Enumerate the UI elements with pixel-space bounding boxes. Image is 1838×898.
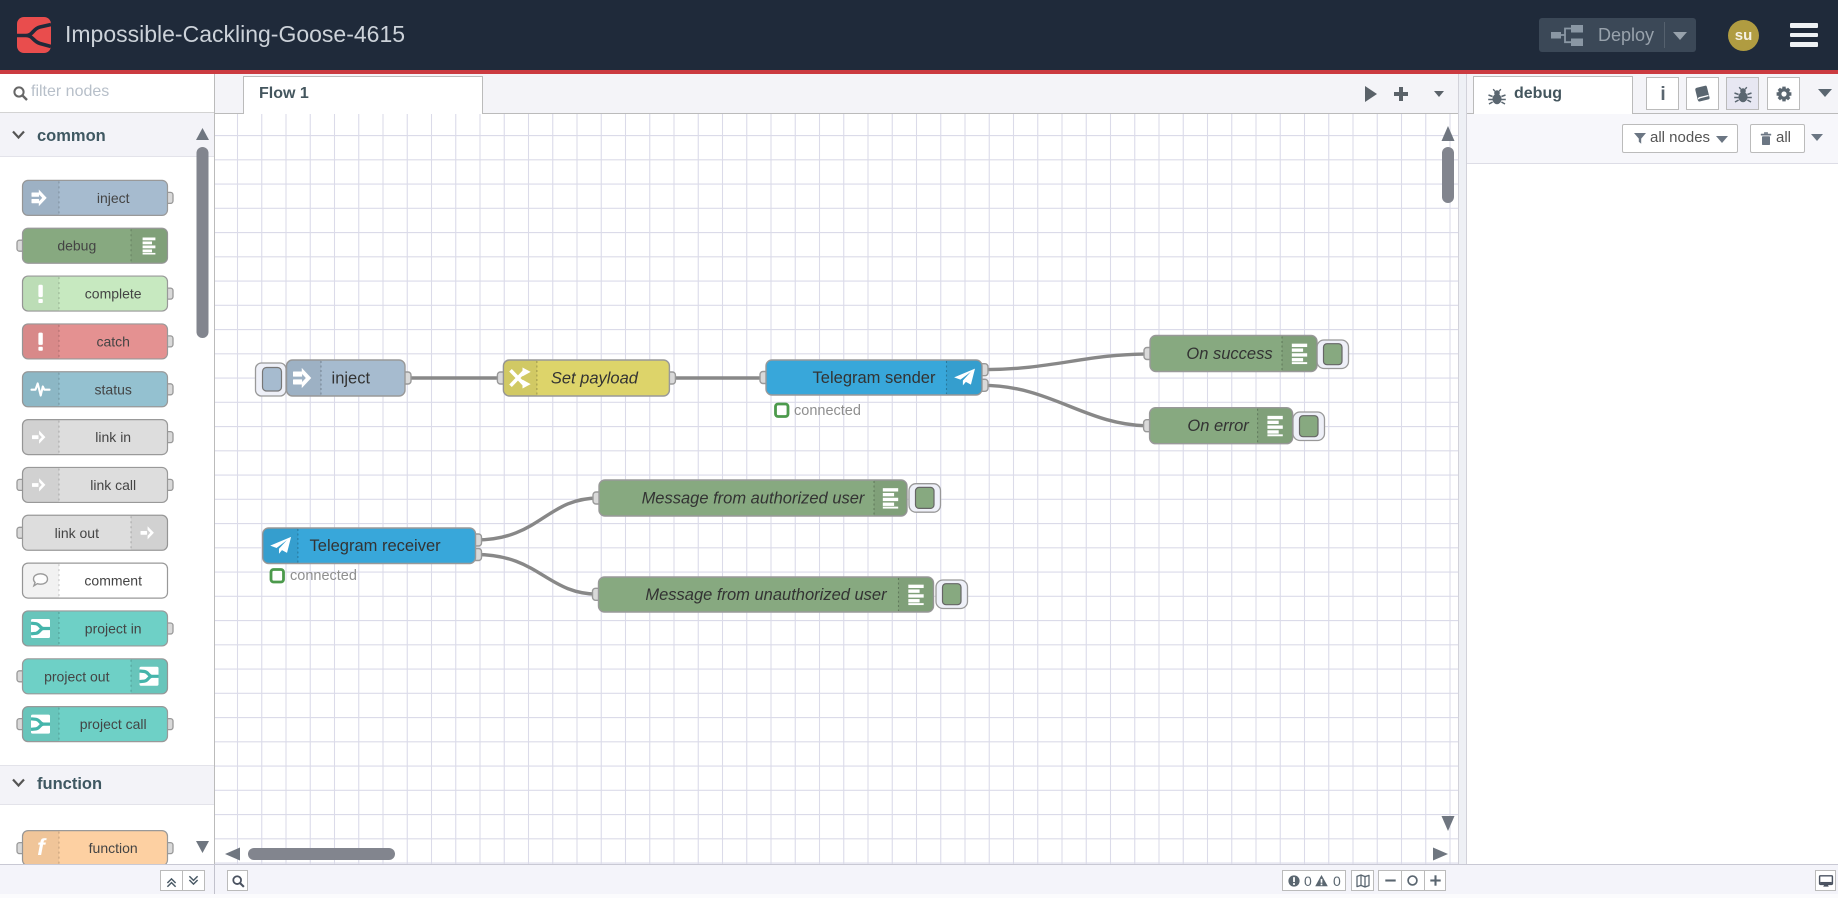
svg-text:inject: inject: [97, 190, 130, 206]
svg-text:link in: link in: [95, 429, 131, 445]
svg-text:debug: debug: [57, 238, 96, 254]
svg-text:project in: project in: [85, 621, 142, 637]
svg-text:Telegram receiver: Telegram receiver: [310, 537, 442, 555]
svg-text:On error: On error: [1187, 417, 1250, 435]
svg-text:function: function: [89, 840, 138, 856]
svg-text:inject: inject: [332, 370, 371, 388]
svg-text:comment: comment: [84, 573, 142, 589]
svg-text:Message from authorized user: Message from authorized user: [642, 490, 866, 508]
svg-text:catch: catch: [96, 333, 129, 349]
svg-text:Set payload: Set payload: [551, 370, 639, 388]
svg-text:function: function: [37, 775, 102, 793]
svg-text:common: common: [37, 127, 106, 145]
svg-text:complete: complete: [85, 286, 142, 302]
svg-text:link call: link call: [90, 477, 136, 493]
svg-text:connected: connected: [290, 568, 357, 584]
svg-text:connected: connected: [794, 403, 861, 419]
svg-text:link out: link out: [55, 525, 99, 541]
svg-text:Message from unauthorized user: Message from unauthorized user: [645, 586, 888, 604]
svg-text:status: status: [95, 381, 132, 397]
svg-text:project out: project out: [44, 668, 109, 684]
svg-text:On success: On success: [1186, 345, 1272, 363]
svg-text:Telegram sender: Telegram sender: [813, 369, 936, 387]
svg-text:project call: project call: [80, 716, 147, 732]
